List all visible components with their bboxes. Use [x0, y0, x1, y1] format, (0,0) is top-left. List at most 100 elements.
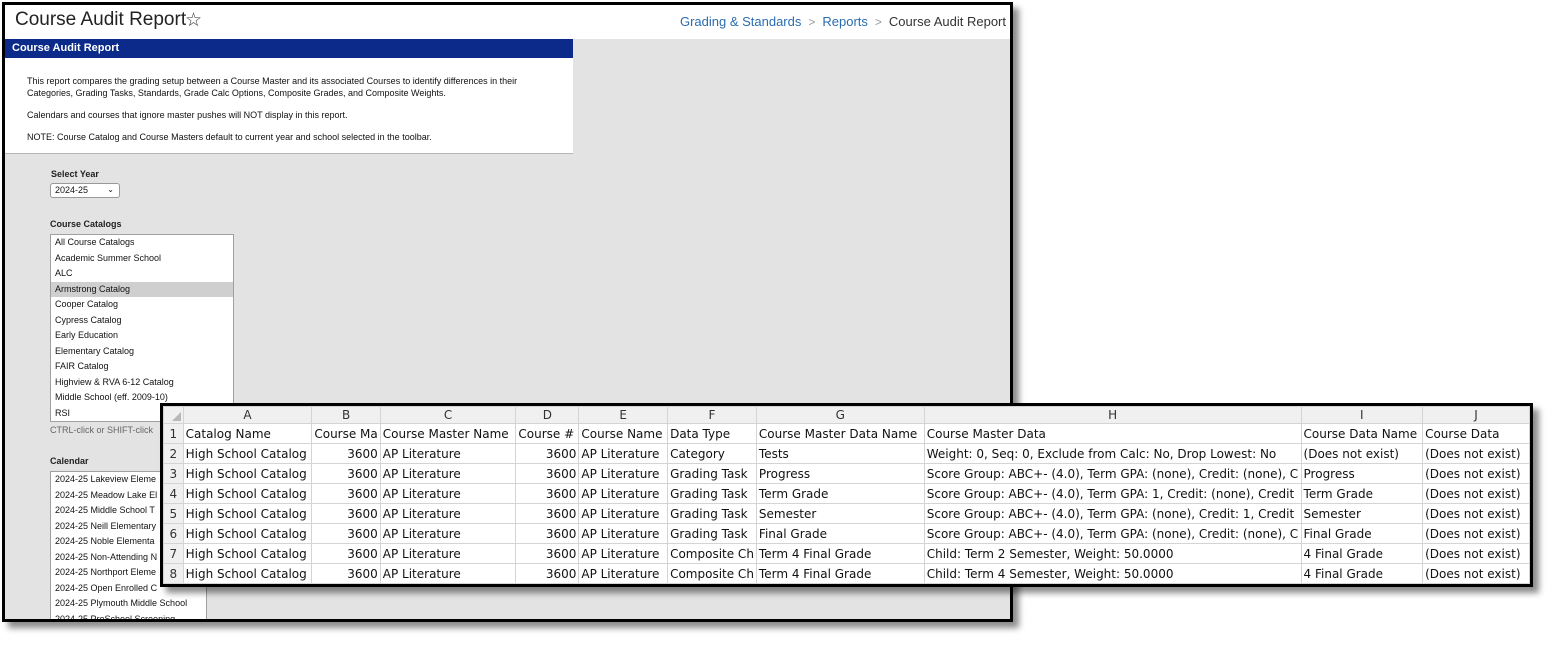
table-cell[interactable]: 3600 — [515, 443, 580, 464]
table-cell[interactable]: AP Literature — [379, 543, 517, 564]
table-cell[interactable]: Term Grade — [1300, 483, 1424, 504]
table-cell[interactable]: Child: Term 4 Semester, Weight: 50.0000 — [923, 563, 1302, 584]
catalog-option[interactable]: Academic Summer School — [51, 251, 233, 267]
table-cell[interactable]: Course Name — [578, 423, 669, 444]
table-cell[interactable]: Progress — [755, 463, 925, 484]
table-cell[interactable]: Score Group: ABC+- (4.0), Term GPA: (non… — [923, 523, 1302, 544]
table-cell[interactable]: Weight: 0, Seq: 0, Exclude from Calc: No… — [923, 443, 1302, 464]
table-cell[interactable]: 3600 — [311, 563, 381, 584]
table-cell[interactable]: AP Literature — [578, 463, 669, 484]
table-cell[interactable]: (Does not exist) — [1422, 463, 1530, 484]
row-header[interactable]: 3 — [163, 463, 184, 484]
catalog-option[interactable]: FAIR Catalog — [51, 359, 233, 375]
year-select[interactable]: 2024-25 ⌄ — [50, 183, 120, 198]
catalog-option[interactable]: Cooper Catalog — [51, 297, 233, 313]
select-all-corner[interactable] — [163, 406, 184, 424]
column-header[interactable]: B — [311, 406, 381, 424]
column-header[interactable]: H — [923, 406, 1302, 424]
table-cell[interactable]: High School Catalog — [182, 543, 313, 564]
table-cell[interactable]: High School Catalog — [182, 463, 313, 484]
table-cell[interactable]: 3600 — [311, 443, 381, 464]
table-cell[interactable]: 4 Final Grade — [1300, 563, 1424, 584]
table-cell[interactable]: AP Literature — [578, 443, 669, 464]
table-cell[interactable]: High School Catalog — [182, 563, 313, 584]
table-cell[interactable]: AP Literature — [578, 523, 669, 544]
table-cell[interactable]: AP Literature — [379, 503, 517, 524]
table-cell[interactable]: Composite Ch — [667, 563, 757, 584]
table-cell[interactable]: AP Literature — [379, 463, 517, 484]
course-catalogs-listbox[interactable]: All Course Catalogs Academic Summer Schoo… — [50, 234, 234, 422]
table-cell[interactable]: Final Grade — [755, 523, 925, 544]
table-cell[interactable]: (Does not exist) — [1422, 563, 1530, 584]
table-cell[interactable]: 3600 — [515, 483, 580, 504]
row-header[interactable]: 7 — [163, 543, 184, 564]
catalog-option[interactable]: Early Education — [51, 328, 233, 344]
table-cell[interactable]: (Does not exist) — [1422, 543, 1530, 564]
calendar-option[interactable]: 2024-25 PreSchool Screening — [51, 612, 206, 620]
table-cell[interactable]: Semester — [1300, 503, 1424, 524]
breadcrumb-grading-standards[interactable]: Grading & Standards — [680, 14, 801, 29]
table-cell[interactable]: AP Literature — [578, 543, 669, 564]
catalog-option[interactable]: Armstrong Catalog — [51, 281, 233, 297]
catalog-option[interactable]: Highview & RVA 6-12 Catalog — [51, 375, 233, 391]
table-cell[interactable]: 3600 — [311, 483, 381, 504]
table-cell[interactable]: High School Catalog — [182, 523, 313, 544]
table-cell[interactable]: Grading Task — [667, 523, 757, 544]
table-cell[interactable]: Grading Task — [667, 503, 757, 524]
table-cell[interactable]: Term Grade — [755, 483, 925, 504]
table-cell[interactable]: Grading Task — [667, 483, 757, 504]
table-cell[interactable]: Score Group: ABC+- (4.0), Term GPA: (non… — [923, 463, 1302, 484]
row-header[interactable]: 4 — [163, 483, 184, 504]
table-cell[interactable]: 3600 — [515, 543, 580, 564]
table-cell[interactable]: (Does not exist) — [1422, 523, 1530, 544]
table-cell[interactable]: Semester — [755, 503, 925, 524]
table-cell[interactable]: 3600 — [311, 503, 381, 524]
table-cell[interactable]: Term 4 Final Grade — [755, 563, 925, 584]
table-cell[interactable]: AP Literature — [379, 443, 517, 464]
row-header[interactable]: 5 — [163, 503, 184, 524]
table-cell[interactable]: (Does not exist) — [1422, 483, 1530, 504]
column-header[interactable]: F — [667, 406, 757, 424]
table-cell[interactable]: Tests — [755, 443, 925, 464]
table-cell[interactable]: AP Literature — [379, 563, 517, 584]
table-cell[interactable]: AP Literature — [578, 503, 669, 524]
catalog-option[interactable]: ALC — [51, 266, 233, 282]
table-cell[interactable]: 3600 — [515, 563, 580, 584]
table-cell[interactable]: Score Group: ABC+- (4.0), Term GPA: (non… — [923, 503, 1302, 524]
table-cell[interactable]: 3600 — [515, 503, 580, 524]
table-cell[interactable]: Course Data — [1422, 423, 1530, 444]
table-cell[interactable]: Catalog Name — [182, 423, 313, 444]
catalog-option[interactable]: All Course Catalogs — [51, 235, 233, 251]
table-cell[interactable]: Course Master Data — [923, 423, 1302, 444]
catalog-option[interactable]: Elementary Catalog — [51, 344, 233, 360]
column-header[interactable]: J — [1422, 406, 1530, 424]
table-cell[interactable]: (Does not exist) — [1422, 503, 1530, 524]
table-cell[interactable]: (Does not exist) — [1422, 443, 1530, 464]
table-cell[interactable]: Final Grade — [1300, 523, 1424, 544]
column-header[interactable]: E — [578, 406, 669, 424]
row-header[interactable]: 2 — [163, 443, 184, 464]
table-cell[interactable]: (Does not exist) — [1300, 443, 1424, 464]
table-cell[interactable]: Score Group: ABC+- (4.0), Term GPA: 1, C… — [923, 483, 1302, 504]
table-cell[interactable]: 3600 — [311, 523, 381, 544]
catalog-option[interactable]: Cypress Catalog — [51, 313, 233, 329]
table-cell[interactable]: Child: Term 2 Semester, Weight: 50.0000 — [923, 543, 1302, 564]
table-cell[interactable]: Course Master Name — [379, 423, 517, 444]
table-cell[interactable]: Progress — [1300, 463, 1424, 484]
row-header[interactable]: 8 — [163, 563, 184, 584]
column-header[interactable]: A — [182, 406, 313, 424]
table-cell[interactable]: High School Catalog — [182, 483, 313, 504]
table-cell[interactable]: 3600 — [311, 463, 381, 484]
table-cell[interactable]: Course Ma — [311, 423, 381, 444]
row-header[interactable]: 1 — [163, 423, 184, 444]
table-cell[interactable]: AP Literature — [379, 523, 517, 544]
table-cell[interactable]: Course Data Name — [1300, 423, 1424, 444]
breadcrumb-reports[interactable]: Reports — [822, 14, 868, 29]
table-cell[interactable]: 3600 — [515, 463, 580, 484]
table-cell[interactable]: 3600 — [515, 523, 580, 544]
table-cell[interactable]: Course # — [515, 423, 580, 444]
star-icon[interactable]: ☆ — [185, 9, 202, 32]
table-cell[interactable]: Data Type — [667, 423, 757, 444]
column-header[interactable]: D — [515, 406, 580, 424]
calendar-option[interactable]: 2024-25 Plymouth Middle School — [51, 596, 206, 612]
